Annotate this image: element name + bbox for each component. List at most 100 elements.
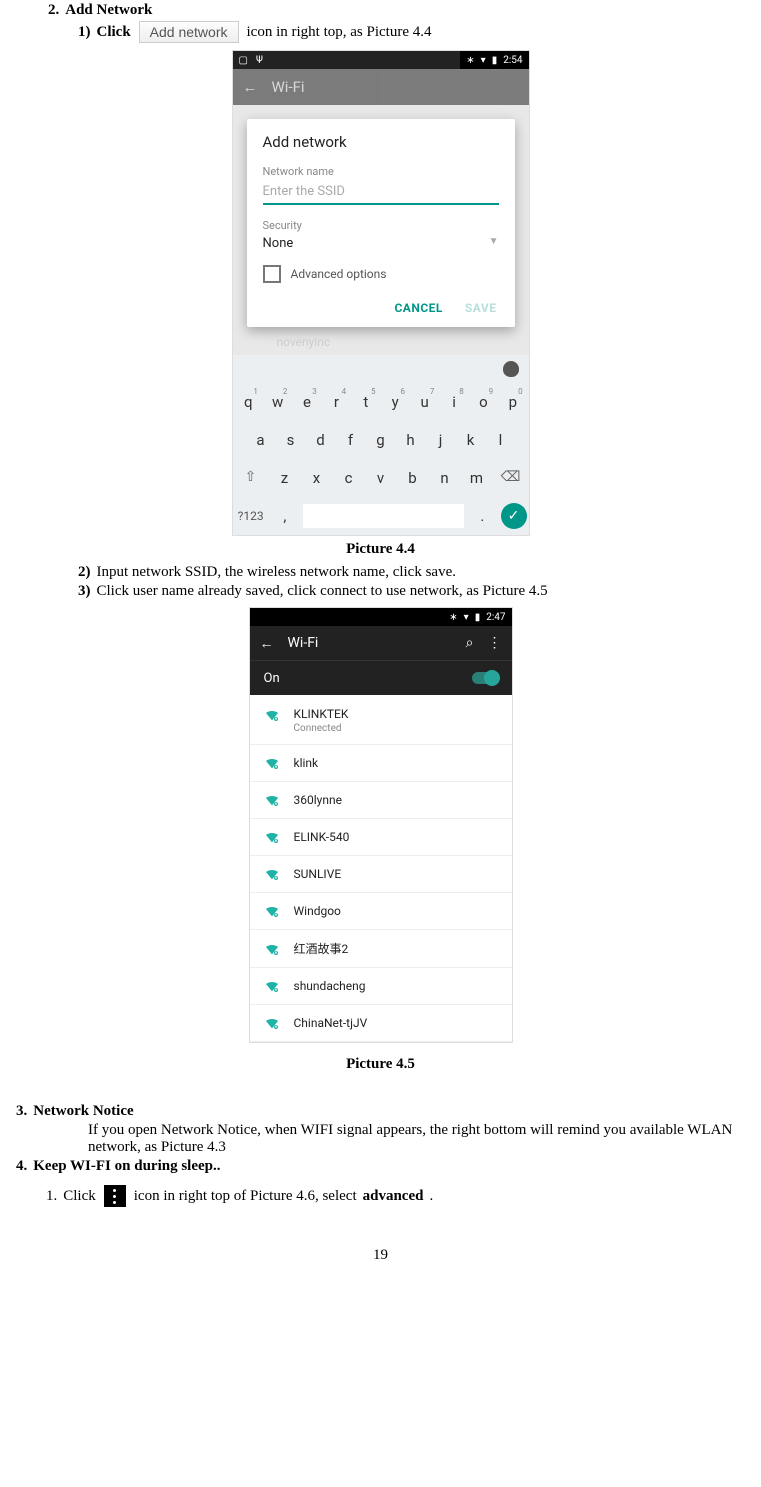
key-n[interactable]: n (429, 463, 461, 493)
advanced-label: Advanced options (291, 267, 387, 281)
key-m[interactable]: m (461, 463, 493, 493)
key-l[interactable]: l (487, 425, 515, 455)
network-row[interactable]: ChinaNet-tjJV (250, 1005, 512, 1042)
substep-text: icon in right top of Picture 4.6, select (134, 1188, 357, 1205)
section-body: If you open Network Notice, when WIFI si… (88, 1122, 753, 1156)
shift-key[interactable]: ⇧ (235, 463, 267, 493)
background-network: novenyinc (233, 327, 529, 355)
cancel-button[interactable]: CANCEL (394, 301, 442, 315)
add-network-dialog: Add network Network name Enter the SSID … (247, 119, 515, 327)
clock: 2:54 (503, 55, 522, 66)
network-row[interactable]: ELINK-540 (250, 819, 512, 856)
wifi-signal-icon (264, 829, 280, 845)
substep-text: Click (63, 1188, 96, 1205)
key-o[interactable]: o9 (470, 387, 497, 417)
key-s[interactable]: s (277, 425, 305, 455)
key-w[interactable]: w2 (264, 387, 291, 417)
key-e[interactable]: e3 (293, 387, 320, 417)
checkbox-icon[interactable] (263, 265, 281, 283)
section-title: Network Notice (33, 1103, 133, 1120)
network-name: KLINKTEKConnected (294, 707, 349, 734)
network-row[interactable]: 360lynne (250, 782, 512, 819)
save-button[interactable]: SAVE (465, 301, 497, 315)
key-y[interactable]: y6 (382, 387, 409, 417)
key-b[interactable]: b (397, 463, 429, 493)
backspace-key[interactable]: ⌫ (495, 463, 527, 493)
wifi-toggle-row[interactable]: On (250, 660, 512, 695)
ssid-input[interactable]: Enter the SSID (263, 182, 499, 205)
network-name: klink (294, 756, 319, 770)
network-row[interactable]: Windgoo (250, 893, 512, 930)
on-label: On (264, 671, 280, 686)
key-f[interactable]: f (337, 425, 365, 455)
wifi-signal-icon (264, 707, 280, 723)
status-bar-right: ∗ ▾ ▮ 2:47 (443, 608, 511, 626)
network-name: ChinaNet-tjJV (294, 1016, 368, 1030)
bluetooth-icon: ∗ (449, 612, 457, 623)
wifi-signal-icon (264, 755, 280, 771)
step-text: Input network SSID, the wireless network… (97, 564, 457, 581)
substep-num: 1. (46, 1188, 57, 1205)
figure-caption: Picture 4.5 (8, 1056, 753, 1073)
key-a[interactable]: a (247, 425, 275, 455)
battery-icon: ▮ (492, 55, 498, 66)
field-label: Network name (263, 165, 499, 178)
list-num: 2. (48, 2, 59, 19)
network-name: 360lynne (294, 793, 342, 807)
period: . (429, 1188, 433, 1205)
step-num: 1) (78, 24, 91, 41)
overflow-icon[interactable]: ⋮ (488, 635, 502, 651)
key-h[interactable]: h (397, 425, 425, 455)
key-c[interactable]: c (333, 463, 365, 493)
key-d[interactable]: d (307, 425, 335, 455)
keyboard: q1w2e3r4t5y6u7i8o9p0 asdfghjkl ⇧ zxcvbnm… (233, 355, 529, 535)
back-icon[interactable]: ← (243, 78, 258, 96)
back-icon[interactable]: ← (260, 635, 274, 652)
field-label: Security (263, 219, 499, 232)
wifi-signal-icon (264, 1015, 280, 1031)
wifi-icon: ▾ (464, 612, 469, 623)
figure-caption: Picture 4.4 (8, 541, 753, 558)
search-icon[interactable]: ⌕ (466, 635, 474, 651)
key-j[interactable]: j (427, 425, 455, 455)
key-z[interactable]: z (269, 463, 301, 493)
mic-icon[interactable] (503, 361, 519, 377)
key-v[interactable]: v (365, 463, 397, 493)
key-x[interactable]: x (301, 463, 333, 493)
network-row[interactable]: shundacheng (250, 968, 512, 1005)
advanced-word: advanced (363, 1188, 424, 1205)
key-p[interactable]: p0 (499, 387, 526, 417)
screen-title: Wi-Fi (288, 635, 319, 651)
network-row[interactable]: SUNLIVE (250, 856, 512, 893)
period-key[interactable]: . (466, 501, 498, 531)
status-bar (250, 608, 444, 626)
wifi-signal-icon (264, 903, 280, 919)
key-u[interactable]: u7 (411, 387, 438, 417)
space-key[interactable] (303, 504, 464, 528)
network-name: ELINK-540 (294, 830, 350, 844)
security-value: None (263, 236, 294, 251)
chevron-down-icon: ▼ (489, 236, 499, 251)
enter-key[interactable]: ✓ (501, 503, 527, 529)
key-i[interactable]: i8 (440, 387, 467, 417)
wifi-signal-icon (264, 978, 280, 994)
network-row[interactable]: 红酒故事2 (250, 930, 512, 968)
status-bar-right: ∗ ▾ ▮ 2:54 (460, 51, 528, 69)
toggle-switch[interactable] (472, 672, 498, 684)
key-q[interactable]: q1 (235, 387, 262, 417)
key-t[interactable]: t5 (352, 387, 379, 417)
wifi-signal-icon (264, 866, 280, 882)
key-r[interactable]: r4 (323, 387, 350, 417)
advanced-options[interactable]: Advanced options (263, 265, 499, 283)
picture-icon: ▢ (239, 55, 248, 66)
network-row[interactable]: KLINKTEKConnected (250, 695, 512, 745)
symbols-key[interactable]: ?123 (235, 503, 267, 529)
section-title: Add Network (65, 2, 152, 19)
network-name: Windgoo (294, 904, 341, 918)
key-g[interactable]: g (367, 425, 395, 455)
step-text: icon in right top, as Picture 4.4 (247, 24, 432, 41)
comma-key[interactable]: , (269, 501, 301, 531)
network-row[interactable]: klink (250, 745, 512, 782)
security-select[interactable]: None ▼ (263, 236, 499, 251)
key-k[interactable]: k (457, 425, 485, 455)
